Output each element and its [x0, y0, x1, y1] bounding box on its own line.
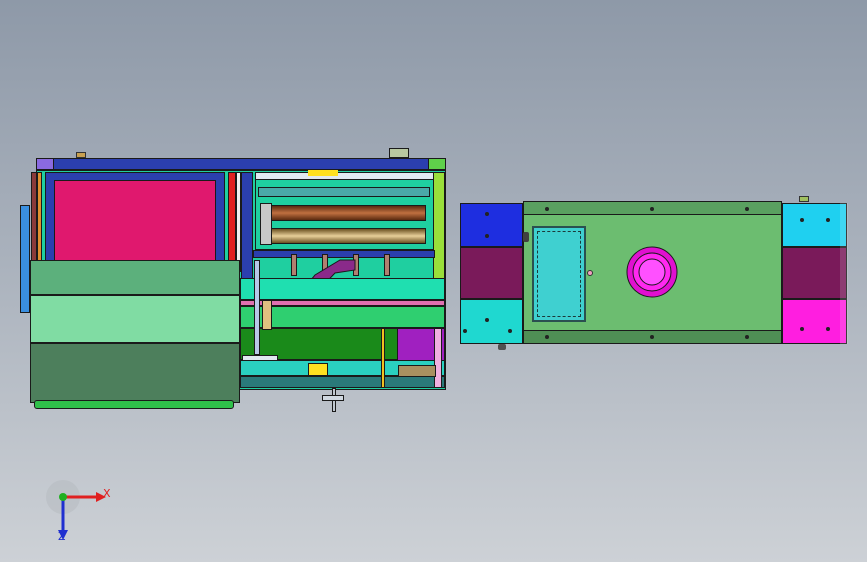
- left-knob: [523, 232, 529, 242]
- side-bar-outer: [20, 205, 30, 313]
- pink-rod: [434, 328, 442, 388]
- bolt: [485, 234, 489, 238]
- top-nub: [76, 152, 86, 158]
- right-block-violet-right: [782, 247, 847, 299]
- magenta-disc: [626, 246, 678, 298]
- bottom-hanger-cap: [322, 395, 344, 401]
- triad-x-label: X: [103, 487, 111, 500]
- triad-z-label: Z: [58, 530, 66, 543]
- bolt: [463, 329, 467, 333]
- bolt: [826, 218, 830, 222]
- bolt: [745, 207, 749, 211]
- bolt: [800, 327, 804, 331]
- roller-gold: [268, 228, 426, 244]
- top-rail: [36, 158, 446, 170]
- base-foot: [242, 355, 278, 361]
- right-block-magenta: [782, 299, 847, 344]
- roller-upper-bar: [258, 187, 430, 197]
- yellow-rod: [381, 328, 385, 388]
- bolt: [826, 327, 830, 331]
- vertical-pipe: [254, 260, 260, 355]
- top-rail-end-right: [428, 158, 446, 170]
- top-bracket: [389, 148, 409, 158]
- magenta-panel: [54, 180, 216, 270]
- bolt: [650, 207, 654, 211]
- pipe-bracket: [262, 300, 272, 330]
- bolt: [485, 212, 489, 216]
- roller-top-yellow: [308, 170, 338, 176]
- window-inner-dash: [537, 231, 581, 317]
- top-rail-end-left: [36, 158, 54, 170]
- bar-blue: [241, 172, 253, 282]
- bolt: [485, 318, 489, 322]
- roller-brown: [268, 205, 426, 221]
- bolt: [545, 335, 549, 339]
- right-block-violet-left: [460, 247, 523, 299]
- right-block-shade: [840, 203, 848, 344]
- bolt: [508, 329, 512, 333]
- right-block-cyan-top: [782, 203, 847, 247]
- right-block-blue: [460, 203, 523, 247]
- lime-post: [433, 172, 445, 280]
- bottom-knob: [498, 344, 506, 350]
- drum-bottom: [30, 343, 240, 403]
- bar-white: [236, 172, 241, 272]
- drum-middle: [30, 295, 240, 343]
- disc-pin: [587, 270, 593, 276]
- bottom-yellow-pad: [308, 363, 328, 376]
- drum-base-rim: [34, 400, 234, 409]
- bolt: [745, 335, 749, 339]
- bottom-rail: [240, 376, 445, 388]
- olive-plate: [398, 365, 436, 377]
- clamp-4: [384, 254, 390, 276]
- drum-top: [30, 260, 240, 295]
- roller-top-strip: [255, 172, 435, 180]
- roller-cap-left: [260, 203, 272, 245]
- side-bar-orange: [37, 172, 42, 272]
- top-knob: [799, 196, 809, 202]
- lower-band-teal: [240, 278, 445, 300]
- bolt: [800, 218, 804, 222]
- bolt: [545, 207, 549, 211]
- right-block-cyan-left: [460, 299, 523, 344]
- bolt: [650, 335, 654, 339]
